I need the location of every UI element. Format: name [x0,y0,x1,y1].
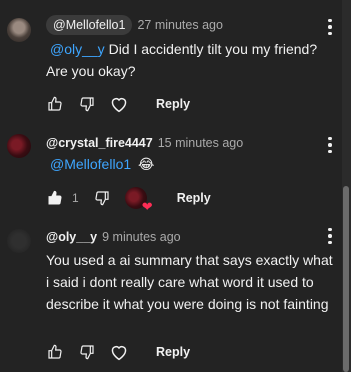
thumbs-up-icon[interactable] [46,189,64,207]
thumbs-up-icon[interactable] [46,95,64,113]
author-handle[interactable]: @crystal_fire4447 [46,136,153,150]
comment-text: @Mellofello1 😂 [46,153,336,175]
heart-icon[interactable] [108,95,130,113]
author-handle[interactable]: @oly__y [46,230,97,244]
comment-text: You used a ai summary that says exactly … [46,252,333,312]
thumbs-up-icon[interactable] [46,343,64,361]
timestamp[interactable]: 9 minutes ago [102,230,181,244]
comment-actions: Reply [46,92,190,116]
creator-heart-badge[interactable]: ❤ [124,187,153,213]
comment-actions: Reply [46,340,190,364]
more-options-icon[interactable] [320,17,340,37]
heart-icon: ❤ [141,199,153,214]
scrollbar-track[interactable] [342,0,351,372]
mention-link[interactable]: @oly__y [50,41,105,57]
laughing-emoji: 😂 [138,156,155,172]
avatar[interactable] [7,229,31,253]
avatar[interactable] [7,134,31,158]
thumbs-down-icon[interactable] [78,95,96,113]
comment-actions: 1 ❤ Reply [46,186,211,213]
reply-button[interactable]: Reply [177,191,211,205]
reply-button[interactable]: Reply [156,97,190,111]
comment-text: @oly__y Did I accidently tilt you my fri… [46,38,336,82]
timestamp[interactable]: 27 minutes ago [137,18,222,32]
comment-header: @crystal_fire4447 15 minutes ago [46,136,243,150]
more-options-icon[interactable] [320,226,340,246]
timestamp[interactable]: 15 minutes ago [158,136,243,150]
comment-header: @Mellofello1 27 minutes ago [46,15,223,35]
avatar[interactable] [7,18,31,42]
more-options-icon[interactable] [320,135,340,155]
thumbs-down-icon[interactable] [93,189,111,207]
comment-text-line2: Are you okay? [46,63,136,79]
thumbs-down-icon[interactable] [78,343,96,361]
comment-text-line1: Did I accidently tilt you my friend? [104,41,318,57]
heart-icon[interactable] [108,343,130,361]
mention-link[interactable]: @Mellofello1 [50,156,131,172]
author-handle[interactable]: @Mellofello1 [46,15,133,35]
reply-button[interactable]: Reply [156,345,190,359]
scrollbar-thumb[interactable] [343,186,349,372]
comment-header: @oly__y 9 minutes ago [46,230,181,244]
like-count: 1 [72,191,79,205]
